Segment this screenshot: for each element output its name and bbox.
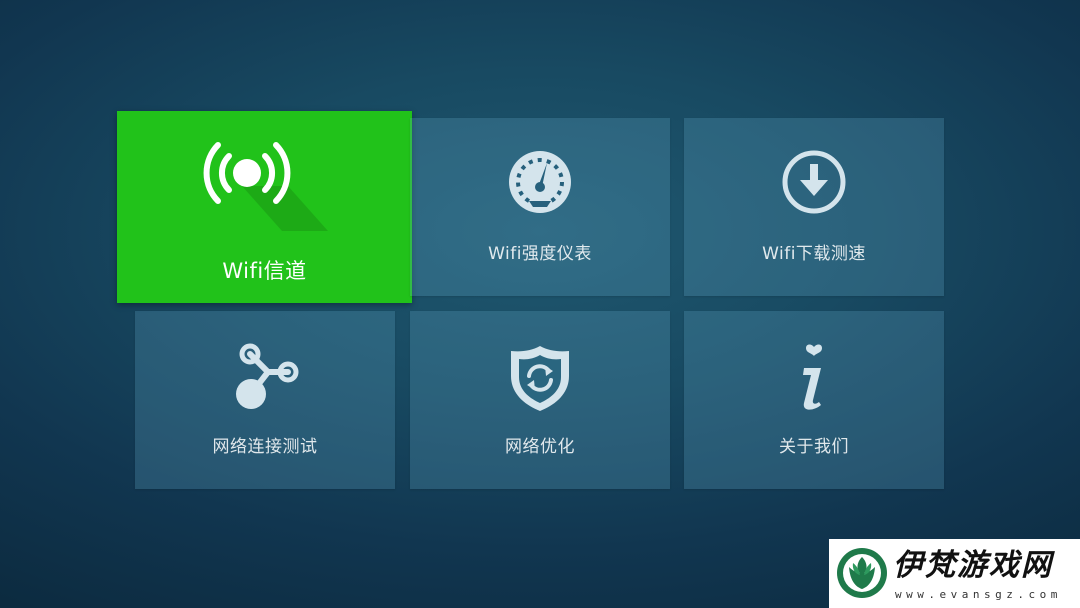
shield-refresh-icon — [410, 342, 670, 414]
tile-label: Wifi下载测速 — [762, 244, 866, 264]
tile-about-us[interactable]: 关于我们 — [684, 311, 944, 489]
info-heart-icon — [684, 342, 944, 414]
tile-wifi-speedtest[interactable]: Wifi下载测速 — [684, 118, 944, 296]
gauge-icon — [410, 149, 670, 215]
tile-label: 网络优化 — [505, 437, 575, 457]
tile-label: Wifi信道 — [222, 259, 307, 283]
watermark-title: 伊梵游戏网 — [893, 548, 1053, 583]
tile-label: 网络连接测试 — [212, 437, 318, 457]
tile-network-optimize[interactable]: 网络优化 — [410, 311, 670, 489]
site-watermark: 伊梵游戏网 www.evansgz.com — [829, 539, 1080, 608]
download-icon — [684, 149, 944, 215]
tile-label: 关于我们 — [779, 437, 849, 457]
connection-nodes-icon — [135, 342, 395, 412]
tile-wifi-channel[interactable]: Wifi信道 — [117, 111, 412, 303]
tile-label: Wifi强度仪表 — [488, 244, 592, 264]
watermark-url: www.evansgz.com — [895, 588, 1062, 601]
wifi-signal-icon — [117, 136, 412, 236]
tile-wifi-gauge[interactable]: Wifi强度仪表 — [410, 118, 670, 296]
tile-connection-test[interactable]: 网络连接测试 — [135, 311, 395, 489]
watermark-logo-icon — [836, 547, 888, 603]
